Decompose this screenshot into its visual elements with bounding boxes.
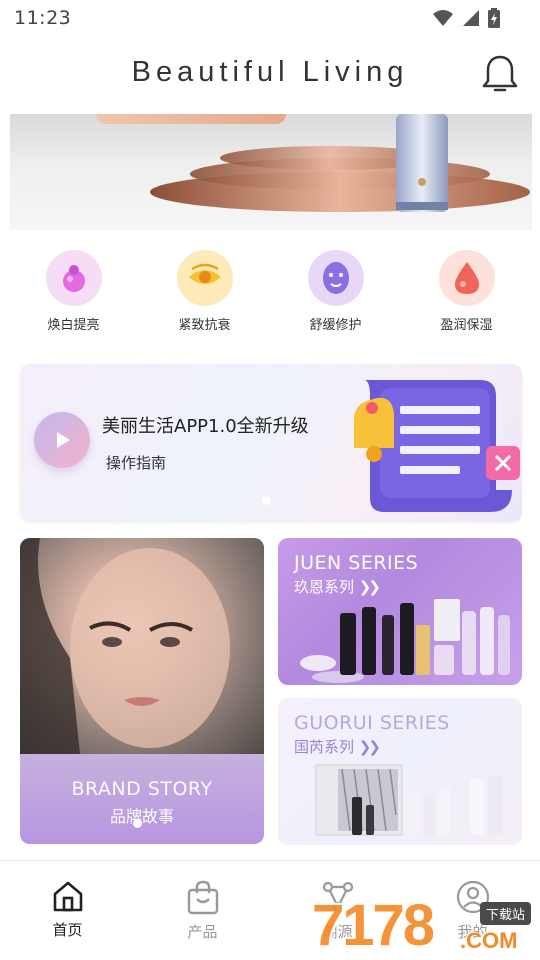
app-header: Beautiful Living — [0, 36, 540, 114]
category-soothing[interactable]: 舒缓修护 — [286, 250, 386, 340]
guorui-series-title-en: GUORUI SERIES — [294, 712, 450, 734]
watermark-number: 7178 — [312, 893, 435, 958]
juen-series-title-en: JUEN SERIES — [294, 552, 419, 574]
upgrade-title: 美丽生活APP1.0全新升级 — [102, 416, 309, 437]
brand-story-title-cn: 品牌故事 — [109, 807, 174, 826]
juen-series-tile[interactable]: JUEN SERIES 玖恩系列 ❯❯ — [278, 538, 522, 685]
site-watermark: 7178 下载站 .COM — [310, 888, 540, 960]
nav-home[interactable]: 首页 — [0, 861, 135, 960]
category-moisturize[interactable]: 盈润保湿 — [417, 250, 517, 340]
nav-label: 产品 — [187, 923, 218, 941]
carousel-dot — [262, 496, 271, 505]
eye-icon — [176, 250, 233, 306]
status-icons — [432, 8, 500, 28]
home-icon — [53, 881, 82, 912]
model-portrait — [20, 538, 264, 754]
watermark-suffix: .COM — [460, 928, 518, 953]
brighten-icon — [45, 250, 102, 306]
upgrade-guide-card[interactable]: 美丽生活APP1.0全新升级 操作指南 — [20, 364, 522, 522]
nav-products[interactable]: 产品 — [135, 861, 270, 960]
category-label: 盈润保湿 — [440, 318, 493, 333]
signal-icon — [463, 10, 479, 26]
carousel-dot — [133, 819, 142, 828]
promo-banner[interactable] — [10, 114, 532, 230]
upgrade-subtitle: 操作指南 — [106, 454, 167, 472]
category-label: 紧致抗衰 — [178, 318, 231, 333]
guorui-products-image — [315, 764, 502, 836]
category-label: 舒缓修护 — [309, 318, 362, 333]
wifi-icon — [433, 10, 453, 26]
mask-icon — [307, 250, 364, 306]
notification-button[interactable] — [482, 54, 518, 98]
brand-story-title-en: BRAND STORY — [71, 778, 213, 800]
guorui-series-tile[interactable]: GUORUI SERIES 国芮系列 ❯❯ — [278, 698, 522, 845]
status-bar: 11:23 — [0, 0, 540, 36]
play-button[interactable] — [34, 412, 90, 468]
battery-icon — [488, 8, 500, 28]
category-brighten[interactable]: 焕白提亮 — [24, 250, 124, 340]
banner-image — [150, 114, 530, 212]
category-label: 焕白提亮 — [47, 318, 100, 333]
watermark-tag: 下载站 — [480, 902, 532, 925]
bag-icon — [187, 880, 218, 915]
nav-label: 首页 — [52, 921, 83, 939]
category-row: 焕白提亮 紧致抗衰 舒缓修护 盈润保湿 — [0, 250, 540, 340]
category-firming[interactable]: 紧致抗衰 — [155, 250, 255, 340]
document-illustration — [354, 380, 520, 512]
juen-products-image — [300, 599, 510, 683]
status-time: 11:23 — [14, 7, 72, 29]
play-icon — [57, 432, 70, 448]
app-title: Beautiful Living — [131, 56, 409, 88]
brand-story-tile[interactable]: BRAND STORY 品牌故事 — [20, 538, 264, 844]
drop-icon — [438, 250, 495, 306]
bell-icon — [482, 55, 518, 92]
